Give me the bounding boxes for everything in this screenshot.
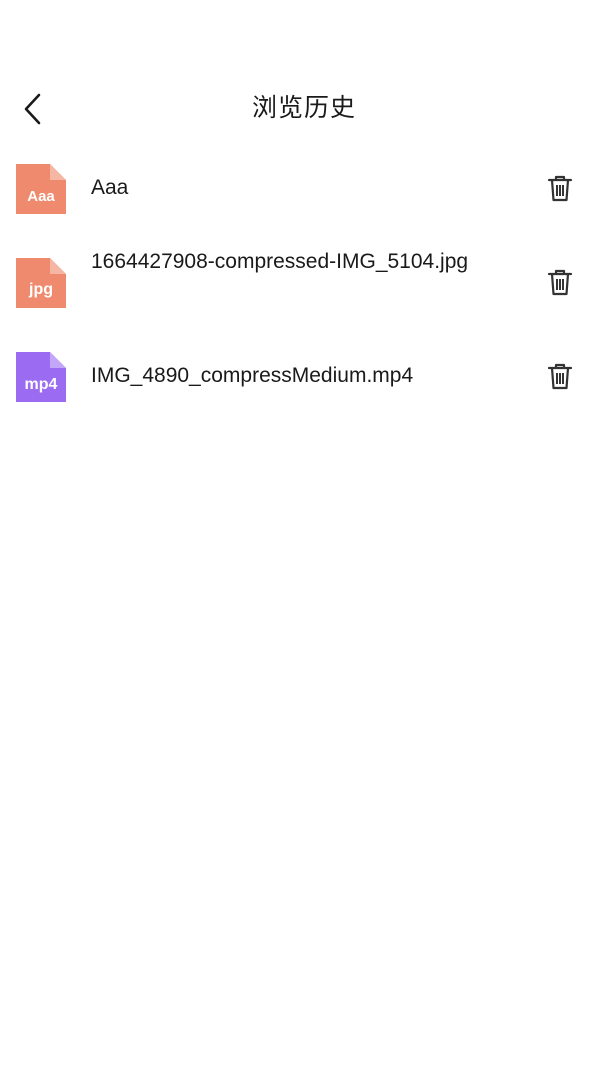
file-name: IMG_4890_compressMedium.mp4 (91, 364, 414, 387)
file-name: Aaa (91, 176, 129, 199)
file-type-label: Aaa (27, 188, 55, 205)
file-fold-shape (50, 352, 66, 368)
file-type-icon: mp4 (16, 352, 66, 402)
delete-button[interactable] (544, 360, 576, 392)
trash-icon (547, 175, 573, 202)
delete-button[interactable] (544, 266, 576, 298)
file-type-label: mp4 (25, 376, 58, 393)
file-type-icon: Aaa (16, 164, 66, 214)
header-bar: 浏览历史 (0, 78, 608, 138)
trash-icon (547, 269, 573, 296)
file-name: 1664427908-compressed-IMG_5104.jpg (91, 250, 469, 273)
file-list-item[interactable]: mp4 IMG_4890_compressMedium.mp4 (0, 348, 608, 442)
page-title: 浏览历史 (251, 93, 356, 122)
file-fold-shape (50, 258, 66, 274)
file-list-item[interactable]: jpg 1664427908-compressed-IMG_5104.jpg (0, 250, 608, 348)
file-fold-shape (50, 164, 66, 180)
file-type-label: jpg (28, 281, 53, 298)
delete-button[interactable] (544, 172, 576, 204)
trash-icon (547, 363, 573, 390)
file-type-icon: jpg (16, 258, 66, 308)
file-list-item[interactable]: Aaa Aaa (0, 160, 608, 254)
